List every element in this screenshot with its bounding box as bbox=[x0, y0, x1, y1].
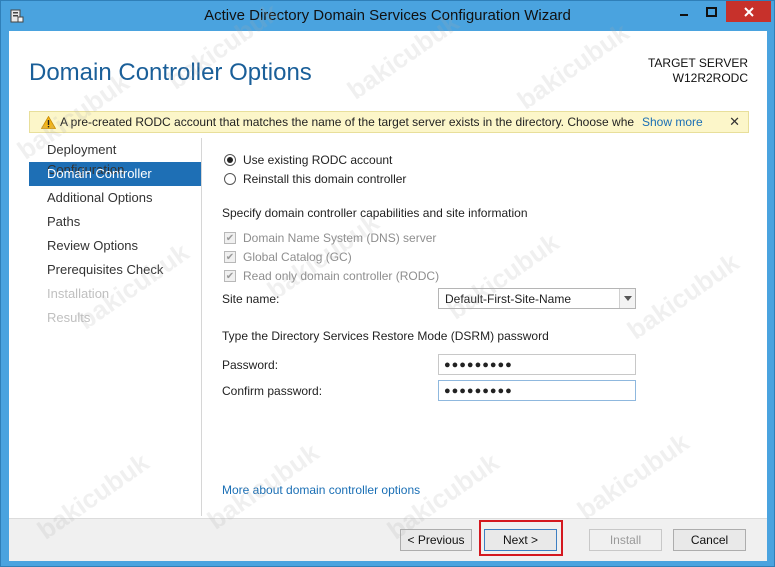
watermark: bakicubuk bbox=[441, 226, 565, 326]
sidebar-item-prerequisites-check[interactable]: Prerequisites Check bbox=[29, 258, 201, 282]
password-input[interactable]: ●●●●●●●●● bbox=[438, 354, 636, 375]
close-button[interactable] bbox=[726, 1, 771, 22]
checkbox-rodc-label: Read only domain controller (RODC) bbox=[243, 269, 440, 283]
sidebar-item-paths[interactable]: Paths bbox=[29, 210, 201, 234]
target-server-name: W12R2RODC bbox=[672, 71, 748, 85]
checkbox-global-catalog: ✔ Global Catalog (GC) bbox=[224, 250, 352, 264]
checkmark-icon: ✔ bbox=[224, 251, 236, 263]
show-more-link[interactable]: Show more bbox=[642, 115, 703, 129]
window-title: Active Directory Domain Services Configu… bbox=[204, 7, 571, 24]
dsrm-heading: Type the Directory Services Restore Mode… bbox=[222, 329, 549, 343]
radio-reinstall-dc[interactable]: Reinstall this domain controller bbox=[224, 172, 406, 186]
checkbox-gc-label: Global Catalog (GC) bbox=[243, 250, 352, 264]
checkmark-icon: ✔ bbox=[224, 270, 236, 282]
radio-use-existing-rodc[interactable]: Use existing RODC account bbox=[224, 153, 392, 167]
site-name-dropdown[interactable]: Default-First-Site-Name bbox=[438, 288, 636, 309]
checkmark-icon: ✔ bbox=[224, 232, 236, 244]
previous-button[interactable]: < Previous bbox=[400, 529, 472, 551]
install-button: Install bbox=[589, 529, 662, 551]
radio-use-existing-label: Use existing RODC account bbox=[243, 153, 393, 167]
warning-icon bbox=[36, 115, 60, 129]
sidebar-item-domain-controller-options[interactable]: Domain Controller Options bbox=[29, 162, 201, 201]
sidebar-item-results: Results bbox=[47, 310, 91, 325]
sidebar-item-installation: Installation bbox=[47, 286, 110, 301]
radio-unselected-icon bbox=[224, 173, 236, 185]
warning-text: A pre-created RODC account that matches … bbox=[60, 115, 634, 129]
target-server-label: TARGET SERVER bbox=[647, 56, 748, 70]
warning-banner: A pre-created RODC account that matches … bbox=[29, 111, 749, 133]
title-bar[interactable]: Active Directory Domain Services Configu… bbox=[1, 1, 774, 31]
maximize-button[interactable] bbox=[698, 1, 725, 22]
radio-reinstall-label: Reinstall this domain controller bbox=[243, 172, 407, 186]
sidebar-item-deployment-configuration[interactable]: Deployment Configuration bbox=[29, 138, 201, 177]
radio-selected-icon bbox=[224, 154, 236, 166]
sidebar-item-additional-options[interactable]: Additional Options bbox=[29, 186, 201, 210]
checkbox-dns-label: Domain Name System (DNS) server bbox=[243, 231, 437, 245]
site-name-label: Site name: bbox=[222, 292, 280, 306]
next-button-highlight bbox=[479, 520, 563, 556]
checkbox-rodc: ✔ Read only domain controller (RODC) bbox=[224, 269, 439, 283]
confirm-password-input[interactable]: ●●●●●●●●● bbox=[438, 380, 636, 401]
watermark: bakicubuk bbox=[621, 246, 745, 346]
site-name-value: Default-First-Site-Name bbox=[445, 291, 572, 306]
password-label: Password: bbox=[222, 358, 279, 372]
close-icon bbox=[743, 6, 754, 17]
wizard-steps: Deployment Configuration Domain Controll… bbox=[29, 138, 201, 330]
more-about-dc-options-link[interactable]: More about domain controller options bbox=[222, 483, 420, 497]
capabilities-heading: Specify domain controller capabilities a… bbox=[222, 206, 528, 220]
warning-close-icon[interactable]: ✕ bbox=[729, 114, 740, 130]
confirm-password-label: Confirm password: bbox=[222, 384, 323, 398]
checkbox-dns-server: ✔ Domain Name System (DNS) server bbox=[224, 231, 436, 245]
cancel-button[interactable]: Cancel bbox=[673, 529, 746, 551]
page-title: Domain Controller Options bbox=[29, 59, 312, 86]
maximize-icon bbox=[706, 6, 717, 17]
watermark: bakicubuk bbox=[511, 16, 635, 116]
minimize-button[interactable] bbox=[670, 1, 697, 22]
watermark: bakicubuk bbox=[571, 426, 695, 526]
wizard-content: Domain Controller Options TARGET SERVER … bbox=[9, 0, 767, 561]
chevron-down-icon[interactable] bbox=[619, 289, 635, 308]
target-server: TARGET SERVER W12R2RODC bbox=[648, 56, 748, 86]
sidebar-divider bbox=[201, 138, 202, 516]
sidebar-item-review-options[interactable]: Review Options bbox=[29, 234, 201, 258]
minimize-icon bbox=[679, 13, 688, 16]
wizard-window: Active Directory Domain Services Configu… bbox=[0, 0, 775, 567]
